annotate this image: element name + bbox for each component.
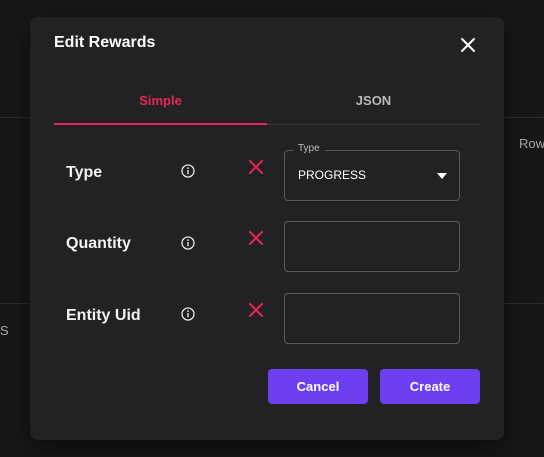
type-select-legend: Type — [293, 143, 325, 154]
close-button[interactable] — [458, 35, 478, 55]
entity-uid-input[interactable] — [285, 294, 459, 343]
edit-rewards-dialog: Edit Rewards Simple JSON Type Type PROGR… — [30, 17, 504, 440]
remove-field-icon[interactable] — [248, 302, 264, 318]
field-row-type: Type Type PROGRESS — [30, 143, 504, 202]
background-row-text: Row — [519, 136, 544, 151]
field-row-quantity: Quantity — [30, 221, 504, 273]
type-select-value: PROGRESS — [298, 168, 367, 182]
tab-json[interactable]: JSON — [267, 87, 480, 124]
quantity-field[interactable] — [284, 221, 460, 272]
field-row-entity-uid: Entity Uid — [30, 293, 504, 345]
remove-field-icon[interactable] — [248, 230, 264, 246]
info-icon[interactable] — [181, 164, 195, 178]
info-icon[interactable] — [181, 236, 195, 250]
tab-bar: Simple JSON — [54, 87, 480, 125]
field-label-type: Type — [66, 164, 103, 181]
info-icon[interactable] — [181, 307, 195, 321]
tab-simple[interactable]: Simple — [54, 87, 267, 125]
chevron-down-icon — [437, 173, 447, 179]
field-label-quantity: Quantity — [66, 235, 131, 252]
type-select[interactable]: Type PROGRESS — [284, 143, 460, 201]
dialog-title: Edit Rewards — [54, 34, 156, 51]
entity-uid-field[interactable] — [284, 293, 460, 344]
background-s-text: S — [0, 323, 9, 338]
field-label-entity-uid: Entity Uid — [66, 307, 141, 324]
remove-field-icon[interactable] — [248, 159, 264, 175]
cancel-button[interactable]: Cancel — [268, 369, 368, 404]
create-button[interactable]: Create — [380, 369, 480, 404]
close-icon — [461, 38, 475, 52]
quantity-input[interactable] — [285, 222, 459, 271]
